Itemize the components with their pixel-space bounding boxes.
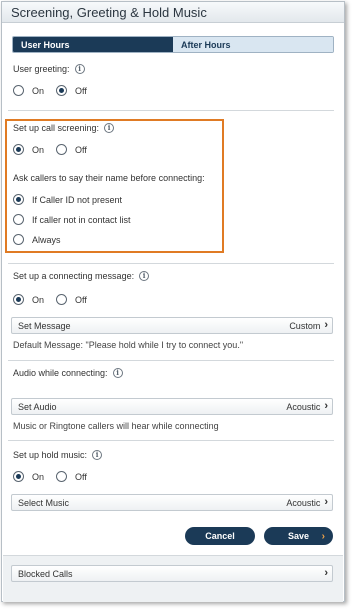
connecting-message-radios: On Off [13, 294, 99, 305]
user-greeting-on-radio[interactable] [13, 85, 24, 96]
connecting-message-label: Set up a connecting message: [13, 271, 135, 281]
divider [8, 440, 334, 441]
connecting-message-row: Set up a connecting message: i [13, 271, 150, 281]
panel-title: Screening, Greeting & Hold Music [11, 5, 207, 20]
call-screening-on-label: On [32, 144, 45, 155]
set-message-value: Custom [289, 320, 321, 331]
caller-id-not-present-label: If Caller ID not present [32, 194, 123, 205]
chevron-right-icon: › [324, 567, 328, 579]
divider [8, 110, 334, 111]
connecting-message-off-radio[interactable] [56, 294, 68, 305]
hold-music-off-radio[interactable] [56, 471, 68, 482]
set-message-button[interactable]: Set Message Custom › [11, 317, 333, 334]
chevron-right-icon: › [324, 319, 328, 331]
hold-music-off-label: Off [75, 471, 87, 482]
always-radio[interactable] [13, 234, 24, 245]
info-icon[interactable]: i [112, 368, 123, 378]
tab-user-hours[interactable]: User Hours [13, 37, 173, 52]
chevron-right-icon: › [324, 400, 328, 412]
hold-music-label: Set up hold music: [13, 450, 88, 460]
save-button[interactable]: Save › [264, 527, 333, 545]
set-audio-value: Acoustic [286, 401, 321, 412]
set-audio-label: Set Audio [18, 401, 57, 412]
info-icon[interactable]: i [92, 450, 103, 460]
screening-option-1: If Caller ID not present [13, 194, 134, 205]
blocked-calls-label: Blocked Calls [18, 568, 73, 579]
divider [8, 360, 334, 361]
chevron-right-icon: › [321, 530, 325, 542]
set-audio-button[interactable]: Set Audio Acoustic › [11, 398, 333, 415]
hold-music-radios: On Off [13, 471, 99, 482]
call-screening-highlight [5, 119, 224, 253]
not-in-contacts-radio[interactable] [13, 214, 24, 225]
not-in-contacts-label: If caller not in contact list [32, 214, 131, 225]
hold-music-on-label: On [32, 471, 45, 482]
audio-connecting-row: Audio while connecting: i [13, 368, 123, 378]
user-greeting-radios: On Off [13, 85, 99, 96]
user-greeting-off-radio[interactable] [56, 85, 68, 96]
select-music-button[interactable]: Select Music Acoustic › [11, 494, 333, 511]
panel-header: Screening, Greeting & Hold Music [2, 2, 344, 23]
audio-connecting-label: Audio while connecting: [13, 368, 108, 378]
user-greeting-row: User greeting: i [13, 64, 85, 74]
screening-panel: Screening, Greeting & Hold Music User Ho… [1, 1, 345, 602]
ask-callers-label: Ask callers to say their name before con… [13, 173, 205, 183]
screening-option-3: Always [13, 234, 73, 245]
tab-after-hours[interactable]: After Hours [173, 37, 333, 52]
connecting-message-on-label: On [32, 294, 45, 305]
select-music-value: Acoustic [286, 497, 321, 508]
ask-callers-row: Ask callers to say their name before con… [13, 173, 205, 183]
user-greeting-off-label: Off [75, 85, 87, 96]
info-icon[interactable]: i [139, 271, 150, 281]
cancel-button[interactable]: Cancel [185, 527, 255, 545]
divider [8, 263, 334, 264]
user-greeting-label: User greeting: [13, 64, 70, 74]
cancel-label: Cancel [205, 531, 235, 541]
hold-music-on-radio[interactable] [13, 471, 24, 482]
screening-option-2: If caller not in contact list [13, 214, 143, 225]
call-screening-label: Set up call screening: [13, 123, 100, 133]
connecting-message-off-label: Off [75, 294, 87, 305]
connecting-message-on-radio[interactable] [13, 294, 24, 305]
audio-note-text: Music or Ringtone callers will hear whil… [13, 421, 219, 431]
info-icon[interactable]: i [74, 64, 85, 74]
call-screening-row: Set up call screening: i [13, 123, 115, 133]
call-screening-on-radio[interactable] [13, 144, 24, 155]
user-greeting-on-label: On [32, 85, 45, 96]
call-screening-off-label: Off [75, 144, 87, 155]
set-message-label: Set Message [18, 320, 71, 331]
call-screening-off-radio[interactable] [56, 144, 68, 155]
call-screening-radios: On Off [13, 144, 99, 155]
always-label: Always [32, 234, 61, 245]
default-message-text: Default Message: "Please hold while I tr… [13, 340, 244, 350]
hold-music-row: Set up hold music: i [13, 450, 103, 460]
chevron-right-icon: › [324, 496, 328, 508]
info-icon[interactable]: i [104, 123, 115, 133]
select-music-label: Select Music [18, 497, 70, 508]
save-label: Save [287, 531, 310, 541]
hours-tabs: User Hours After Hours [12, 36, 334, 53]
blocked-calls-button[interactable]: Blocked Calls › [11, 565, 333, 582]
caller-id-not-present-radio[interactable] [13, 194, 24, 205]
